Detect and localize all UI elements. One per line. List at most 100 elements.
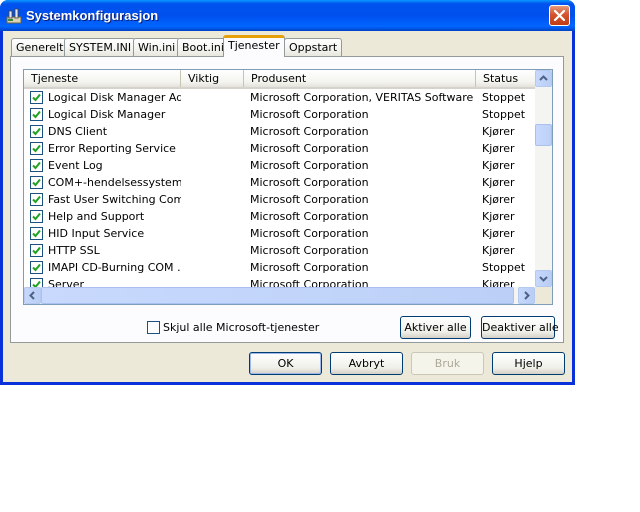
service-status: Kjører [482, 176, 515, 189]
horizontal-scrollbar[interactable] [24, 287, 535, 304]
service-enabled-checkbox[interactable] [30, 142, 43, 155]
table-row[interactable]: DNS Client Microsoft Corporation Kjører [24, 123, 535, 140]
tab-label: Generelt [16, 41, 64, 54]
vertical-scrollbar[interactable] [535, 70, 552, 287]
service-status: Kjører [482, 193, 515, 206]
table-row[interactable]: HTTP SSL Microsoft Corporation Kjører [24, 242, 535, 259]
service-name: COM+-hendelsessystem [48, 176, 181, 189]
service-vendor: Microsoft Corporation [250, 125, 369, 138]
scroll-left-button[interactable] [24, 287, 41, 304]
services-list[interactable]: Tjeneste Viktig Produsent Status Logical… [23, 69, 553, 305]
column-header-vendor[interactable]: Produsent [244, 70, 476, 87]
tab-label: Win.ini [138, 41, 176, 54]
checkmark-icon [32, 127, 41, 136]
tab-label: Boot.ini [182, 41, 224, 54]
tab-label: Oppstart [289, 41, 338, 54]
disable-all-button[interactable]: Deaktiver alle [481, 316, 559, 339]
service-name: Event Log [48, 159, 103, 172]
scroll-down-button[interactable] [535, 270, 552, 287]
column-header-important[interactable]: Viktig [181, 70, 244, 87]
service-status: Kjører [482, 125, 515, 138]
service-enabled-checkbox[interactable] [30, 91, 43, 104]
service-enabled-checkbox[interactable] [30, 125, 43, 138]
tab-label: Tjenester [228, 39, 280, 52]
checkmark-icon [32, 161, 41, 170]
table-row[interactable]: HID Input Service Microsoft Corporation Kj… [24, 225, 535, 242]
service-enabled-checkbox[interactable] [30, 159, 43, 172]
dialog-client: Generelt SYSTEM.INI Win.ini Boot.ini Tje… [3, 31, 572, 382]
services-tab-panel: Tjeneste Viktig Produsent Status Logical… [10, 56, 564, 343]
tab-boot-ini[interactable]: Boot.ini [177, 38, 229, 57]
service-status: Stoppet [482, 261, 526, 274]
checkmark-icon [32, 263, 41, 272]
service-status: Kjører [482, 159, 515, 172]
help-button[interactable]: Hjelp [492, 352, 565, 375]
arrow-down-icon [539, 276, 548, 282]
service-name: HTTP SSL [48, 244, 100, 257]
checkmark-icon [32, 246, 41, 255]
ok-button[interactable]: OK [249, 352, 322, 375]
service-vendor: Microsoft Corporation [250, 210, 369, 223]
scroll-up-button[interactable] [535, 70, 552, 87]
vertical-scroll-thumb[interactable] [535, 124, 552, 146]
service-vendor: Microsoft Corporation [250, 159, 369, 172]
service-enabled-checkbox[interactable] [30, 261, 43, 274]
table-row[interactable]: Error Reporting Service Microsoft Corpora… [24, 140, 535, 157]
arrow-right-icon [524, 291, 530, 300]
service-enabled-checkbox[interactable] [30, 108, 43, 121]
enable-all-button[interactable]: Aktiver alle [400, 316, 471, 339]
title-bar[interactable]: Systemkonfigurasjon [0, 0, 575, 31]
arrow-left-icon [29, 291, 35, 300]
hide-ms-services-checkbox[interactable] [147, 321, 160, 334]
scrollbar-corner [535, 287, 552, 304]
arrow-up-icon [539, 75, 548, 81]
horizontal-scroll-thumb[interactable] [41, 287, 514, 304]
table-row[interactable]: COM+-hendelsessystem Microsoft Corporatio… [24, 174, 535, 191]
list-header: Tjeneste Viktig Produsent Status [24, 70, 535, 89]
service-vendor: Microsoft Corporation [250, 176, 369, 189]
table-row[interactable]: Logical Disk Manager Microsoft Corporatio… [24, 106, 535, 123]
table-row[interactable]: Fast User Switching Com… Microsoft Corpor… [24, 191, 535, 208]
service-status: Kjører [482, 244, 515, 257]
service-enabled-checkbox[interactable] [30, 227, 43, 240]
apply-button[interactable]: Bruk [411, 352, 484, 375]
service-name: Logical Disk Manager Ad… [48, 91, 181, 104]
tab-tjenester[interactable]: Tjenester [223, 35, 285, 57]
checkmark-icon [32, 229, 41, 238]
service-enabled-checkbox[interactable] [30, 244, 43, 257]
dialog-window: Systemkonfigurasjon Generelt SYSTEM.INI … [0, 0, 575, 385]
service-vendor: Microsoft Corporation [250, 244, 369, 257]
service-vendor: Microsoft Corporation [250, 193, 369, 206]
column-header-status[interactable]: Status [476, 70, 535, 87]
checkmark-icon [32, 178, 41, 187]
checkmark-icon [32, 110, 41, 119]
service-name: Help and Support [48, 210, 145, 223]
column-header-service[interactable]: Tjeneste [24, 70, 181, 87]
scroll-right-button[interactable] [518, 287, 535, 304]
close-button[interactable] [549, 5, 570, 26]
checkmark-icon [32, 144, 41, 153]
table-row[interactable]: Help and Support Microsoft Corporation Kjø… [24, 208, 535, 225]
service-vendor: Microsoft Corporation [250, 227, 369, 240]
table-row[interactable]: IMAPI CD-Burning COM … Microsoft Corporat… [24, 259, 535, 276]
service-status: Kjører [482, 210, 515, 223]
cancel-button[interactable]: Avbryt [330, 352, 403, 375]
service-name: DNS Client [48, 125, 108, 138]
service-status: Kjører [482, 227, 515, 240]
service-enabled-checkbox[interactable] [30, 210, 43, 223]
service-name: Fast User Switching Com… [48, 193, 181, 206]
tab-oppstart[interactable]: Oppstart [284, 38, 343, 57]
service-enabled-checkbox[interactable] [30, 193, 43, 206]
tab-generelt[interactable]: Generelt [11, 38, 69, 57]
service-name: IMAPI CD-Burning COM … [48, 261, 181, 274]
hide-ms-services-label[interactable]: Skjul alle Microsoft-tjenester [163, 321, 319, 334]
tab-system-ini[interactable]: SYSTEM.INI [64, 38, 137, 57]
tab-win-ini[interactable]: Win.ini [133, 38, 181, 57]
table-row[interactable]: Event Log Microsoft Corporation Kjører [24, 157, 535, 174]
service-name: HID Input Service [48, 227, 145, 240]
table-row[interactable]: Logical Disk Manager Ad… Microsoft Corpor… [24, 89, 535, 106]
service-status: Stoppet [482, 91, 526, 104]
service-vendor: Microsoft Corporation [250, 142, 369, 155]
service-enabled-checkbox[interactable] [30, 176, 43, 189]
service-name: Error Reporting Service [48, 142, 176, 155]
